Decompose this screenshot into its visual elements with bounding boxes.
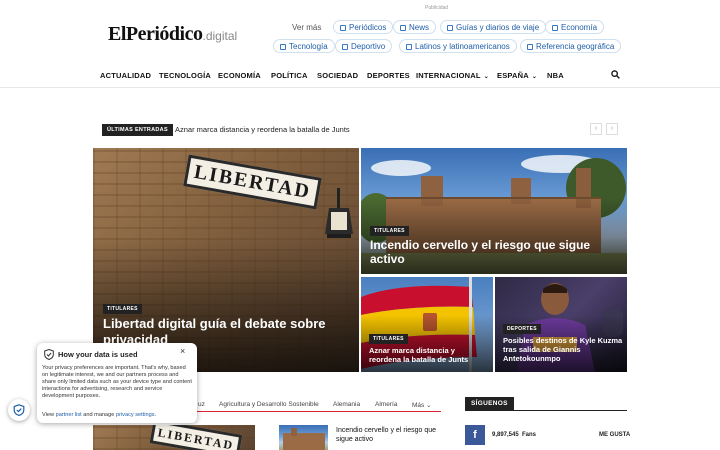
nav-item-sociedad[interactable]: SOCIEDAD [317, 71, 358, 80]
facebook-fans-count: 9,897,545 [492, 432, 519, 438]
category-tab-partial[interactable]: uz [198, 401, 205, 408]
privacy-settings-link[interactable]: privacy settings [116, 412, 155, 418]
newspaper-icon [342, 43, 348, 50]
featured-article-bottom-right[interactable]: DEPORTES Posibles destinos de Kyle Kuzma… [495, 277, 627, 372]
chip-deportivo[interactable]: Deportivo [335, 39, 393, 53]
nav-item-label: INTERNACIONAL [416, 71, 481, 80]
category-tab-alemania[interactable]: Alemania [333, 401, 360, 408]
newspaper-icon [552, 24, 558, 31]
category-tag[interactable]: TITULARES [103, 304, 142, 314]
street-sign-image: LIBERTAD [183, 154, 322, 210]
nav-item-espana[interactable]: ESPAÑA ⌄ [497, 71, 537, 80]
article-title[interactable]: Incendio cervello y el riesgo que sigue … [370, 238, 610, 267]
chip-news[interactable]: News [393, 20, 437, 34]
category-tab-almeria[interactable]: Almería [375, 401, 397, 408]
chip-label: News [409, 23, 430, 32]
nav-item-label: ESPAÑA [497, 71, 529, 80]
category-tab-mas[interactable]: Más ⌄ [412, 401, 432, 409]
newspaper-icon [400, 24, 406, 31]
featured-article-main[interactable]: LIBERTAD TITULARES Libertad digital guía… [93, 148, 359, 372]
logo-main-text: ElPeriódico [108, 23, 203, 45]
facebook-like-button[interactable]: ME GUSTA [599, 432, 630, 438]
site-logo[interactable]: ElPeriódico.digital [108, 23, 237, 46]
nav-item-actualidad[interactable]: ACTUALIDAD [100, 71, 151, 80]
category-tag[interactable]: TITULARES [370, 226, 409, 236]
privacy-settings-button[interactable] [8, 399, 30, 421]
chip-label: Guías y diarios de viaje [456, 23, 540, 32]
nav-item-economia[interactable]: ECONOMÍA [218, 71, 261, 80]
partner-list-link[interactable]: partner list [56, 412, 82, 418]
chip-referencia-geografica[interactable]: Referencia geográfica [520, 39, 622, 53]
consent-footer: View partner list and manage privacy set… [42, 412, 156, 418]
newspaper-icon [527, 43, 533, 50]
chip-label: Economía [561, 23, 598, 32]
article-title[interactable]: Aznar marca distancia y reordena la bata… [369, 346, 489, 364]
foot-end: . [154, 412, 157, 418]
chip-latinos[interactable]: Latinos y latinoamericanos [399, 39, 517, 53]
ticker-label: ÚLTIMAS ENTRADAS [102, 124, 173, 136]
nav-item-tecnologia[interactable]: TECNOLOGÍA [159, 71, 211, 80]
chip-tecnologia[interactable]: Tecnología [273, 39, 335, 53]
chevron-down-icon: ⌄ [426, 402, 432, 409]
chevron-down-icon: ⌄ [531, 74, 538, 80]
featured-article-top-right[interactable]: TITULARES Incendio cervello y el riesgo … [361, 148, 627, 274]
street-sign-image: LIBERTAD [149, 425, 243, 450]
nav-item-deportes[interactable]: DEPORTES [367, 71, 410, 80]
article-thumbnail-large[interactable]: LIBERTAD [93, 425, 255, 450]
chip-label: Tecnología [289, 42, 328, 51]
consent-title: How your data is used [58, 350, 138, 359]
consent-popup: How your data is used Your privacy prefe… [37, 343, 197, 423]
search-icon[interactable] [611, 70, 620, 79]
article-thumbnail-small[interactable] [279, 425, 328, 450]
article-title[interactable]: Incendio cervello y el riesgo que sigue … [336, 426, 446, 445]
follow-underline [465, 410, 627, 411]
category-tab-agricultura[interactable]: Agricultura y Desarrollo Sostenible [219, 401, 319, 408]
category-tabs-underline [195, 411, 441, 412]
newspaper-icon [280, 43, 286, 50]
category-tag[interactable]: DEPORTES [503, 324, 541, 334]
ad-label: Publicidad [425, 5, 449, 11]
chip-label: Deportivo [351, 42, 386, 51]
ticker-prev-button[interactable]: ‹ [590, 123, 602, 135]
chip-label: Periódicos [349, 23, 387, 32]
newspaper-icon [340, 24, 346, 31]
shield-icon [44, 349, 54, 360]
ticker-headline[interactable]: Aznar marca distancia y reordena la bata… [175, 125, 350, 134]
chip-label: Referencia geográfica [536, 42, 615, 51]
consent-close-button[interactable]: × [180, 346, 185, 356]
chevron-down-icon: ⌄ [483, 74, 489, 80]
category-tag[interactable]: TITULARES [369, 334, 408, 344]
facebook-icon[interactable]: f [465, 425, 485, 445]
logo-suffix-text: .digital [202, 29, 238, 43]
nav-item-nba[interactable]: NBA [547, 71, 564, 80]
featured-article-bottom-left[interactable]: TITULARES Aznar marca distancia y reorde… [361, 277, 493, 372]
foot-mid: and manage [83, 412, 115, 418]
castle-image [283, 428, 325, 450]
facebook-fans-label: Fans [522, 432, 537, 438]
tab-label: Más [412, 402, 425, 409]
consent-body: Your privacy preferences are important. … [42, 365, 192, 399]
ticker-next-button[interactable]: › [606, 123, 618, 135]
ver-mas-label: Ver más [292, 23, 322, 32]
shield-check-icon [13, 404, 25, 416]
newspaper-icon [406, 43, 412, 50]
article-title[interactable]: Posibles destinos de Kyle Kuzma tras sal… [503, 336, 623, 363]
chip-label: Latinos y latinoamericanos [415, 42, 510, 51]
foot-prefix: View [42, 412, 55, 418]
chip-guias-viaje[interactable]: Guías y diarios de viaje [440, 20, 547, 34]
chip-periodicos[interactable]: Periódicos [333, 20, 394, 34]
nav-item-internacional[interactable]: INTERNACIONAL ⌄ [416, 71, 489, 80]
newspaper-icon [447, 24, 453, 31]
chip-economia[interactable]: Economía [545, 20, 605, 34]
follow-section-label: SÍGUENOS [465, 397, 514, 410]
nav-item-politica[interactable]: POLÍTICA [271, 71, 308, 80]
